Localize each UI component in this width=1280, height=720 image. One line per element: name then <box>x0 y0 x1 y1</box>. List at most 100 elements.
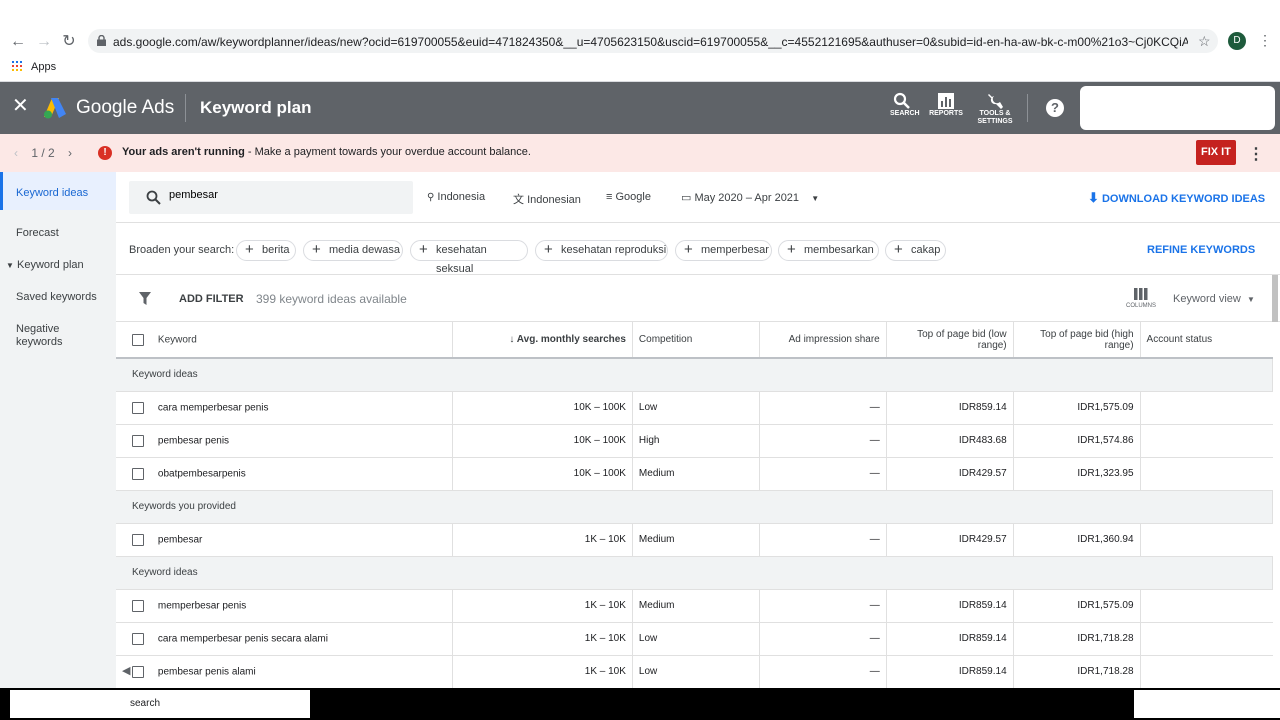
keyword-cell: pembesar penis <box>116 424 454 458</box>
translate-icon: 文 <box>513 194 524 206</box>
row-checkbox[interactable] <box>132 665 144 678</box>
network-filter[interactable]: ≡ Google <box>606 191 651 203</box>
apps-bookmark[interactable]: Apps <box>31 61 56 73</box>
broaden-chip[interactable]: media dewasa <box>303 240 403 261</box>
tools-settings-button[interactable]: TOOLS & SETTINGS <box>976 92 1014 126</box>
columns-button[interactable]: COLUMNS <box>1126 288 1156 309</box>
language-filter[interactable]: 文 Indonesian <box>513 191 581 207</box>
account-status-header[interactable]: Account status <box>1140 322 1273 359</box>
bid-low-cell: IDR429.57 <box>886 523 1014 557</box>
refine-keywords-button[interactable]: REFINE KEYWORDS <box>1147 244 1255 256</box>
top-bid-high-header[interactable]: Top of page bid (high range) <box>1013 322 1141 359</box>
sidebar-item-forecast[interactable]: Forecast <box>16 227 59 240</box>
search-row: ⚲ Indonesia 文 Indonesian ≡ Google ▭ May … <box>116 172 1280 223</box>
search-tool-button[interactable]: SEARCH <box>890 92 920 118</box>
table-row[interactable]: cara memperbesar penis secara alami 1K –… <box>116 622 1273 656</box>
tools-settings-label: TOOLS & SETTINGS <box>977 110 1013 125</box>
table-row[interactable]: pembesar penis 10K – 100K High — IDR483.… <box>116 424 1273 458</box>
bid-high-cell: IDR1,575.09 <box>1013 589 1141 623</box>
broaden-chip[interactable]: cakap <box>885 240 946 261</box>
forward-icon[interactable]: → <box>34 32 54 52</box>
competition-header[interactable]: Competition <box>632 322 760 359</box>
alert-message: Your ads aren't running - Make a payment… <box>122 146 531 158</box>
header-divider-right <box>1027 94 1028 122</box>
keyword-column-header[interactable]: Keyword <box>116 322 454 359</box>
table-row[interactable]: memperbesar penis 1K – 10K Medium — IDR8… <box>116 589 1273 623</box>
date-range-filter[interactable]: ▭ May 2020 – Apr 2021 ▼ <box>681 191 819 204</box>
sidebar-item-negative-keywords[interactable]: Negative keywords <box>16 323 86 349</box>
keyword-view-dropdown[interactable]: Keyword view ▼ <box>1173 293 1255 305</box>
keyword-search-input[interactable] <box>169 189 389 201</box>
row-checkbox[interactable] <box>132 467 144 480</box>
search-icon <box>146 190 161 205</box>
broaden-chip[interactable]: kesehatan seksual <box>410 240 528 275</box>
taskbar-search-text[interactable]: search <box>130 698 160 709</box>
scroll-left-icon[interactable]: ◀ <box>122 664 130 677</box>
alert-more-icon[interactable]: ⋮ <box>1248 144 1264 164</box>
url-text[interactable]: ads.google.com/aw/keywordplanner/ideas/n… <box>113 35 1188 49</box>
fix-it-button[interactable]: FIX IT <box>1196 140 1236 165</box>
keyword-search-box[interactable] <box>129 181 413 214</box>
close-icon[interactable]: ✕ <box>12 96 29 116</box>
location-filter[interactable]: ⚲ Indonesia <box>427 191 485 203</box>
account-info-redacted[interactable] <box>1080 86 1275 130</box>
sidebar: Keyword ideas Forecast ▼ Keyword plan Sa… <box>0 172 116 688</box>
back-icon[interactable]: ← <box>8 32 28 52</box>
row-checkbox[interactable] <box>132 599 144 612</box>
reports-tool-button[interactable]: REPORTS <box>929 92 963 118</box>
sidebar-item-keyword-ideas[interactable]: Keyword ideas <box>0 172 116 210</box>
reload-icon[interactable]: ↻ <box>59 32 79 52</box>
reports-tool-label: REPORTS <box>929 110 963 117</box>
search-tool-label: SEARCH <box>890 110 920 117</box>
broaden-chip[interactable]: berita <box>236 240 296 261</box>
filter-icon[interactable] <box>139 292 151 305</box>
avg-searches-cell: 10K – 100K <box>452 424 633 458</box>
broaden-chip[interactable]: kesehatan reproduksi <box>535 240 668 261</box>
broaden-chip[interactable]: memperbesar <box>675 240 772 261</box>
keyword-text: pembesar <box>157 534 203 546</box>
table-row[interactable]: obatpembesarpenis 10K – 100K Medium — ID… <box>116 457 1273 491</box>
broaden-label: Broaden your search: <box>129 244 235 256</box>
table-row[interactable]: pembesar 1K – 10K Medium — IDR429.57 IDR… <box>116 523 1273 557</box>
select-all-checkbox[interactable] <box>132 333 144 346</box>
ad-impression-share-header[interactable]: Ad impression share <box>759 322 887 359</box>
row-checkbox[interactable] <box>132 533 144 546</box>
keyword-ideas-count: 399 keyword ideas available <box>256 292 407 306</box>
sidebar-item-saved-keywords[interactable]: Saved keywords <box>16 291 97 304</box>
keyword-text: cara memperbesar penis <box>157 402 269 414</box>
help-icon[interactable]: ? <box>1046 99 1064 117</box>
download-keyword-ideas-button[interactable]: ⬇ DOWNLOAD KEYWORD IDEAS <box>1088 190 1265 206</box>
next-notification-icon[interactable]: › <box>68 146 72 160</box>
bid-low-cell: IDR859.14 <box>886 589 1014 623</box>
keyword-cell: pembesar <box>116 523 454 557</box>
sidebar-item-keyword-plan[interactable]: ▼ Keyword plan <box>6 259 84 272</box>
keyword-cell: cara memperbesar penis secara alami <box>116 622 454 656</box>
reports-icon <box>938 93 954 109</box>
prev-notification-icon[interactable]: ‹ <box>14 146 18 160</box>
notification-bar: ‹ 1 / 2 › ! Your ads aren't running - Ma… <box>0 134 1280 172</box>
avg-monthly-searches-header[interactable]: ↓ Avg. monthly searches <box>452 322 633 359</box>
table-row[interactable]: cara memperbesar penis 10K – 100K Low — … <box>116 391 1273 425</box>
avg-searches-cell: 1K – 10K <box>452 523 633 557</box>
competition-cell: Medium <box>632 523 760 557</box>
row-checkbox[interactable] <box>132 401 144 414</box>
row-checkbox[interactable] <box>132 632 144 645</box>
broaden-chip[interactable]: membesarkan <box>778 240 879 261</box>
ads-header: ✕ Google Ads Keyword plan SEARCH REPORTS… <box>0 82 1280 134</box>
keyword-cell: obatpembesarpenis <box>116 457 454 491</box>
add-filter-button[interactable]: ADD FILTER <box>179 293 244 305</box>
chrome-menu-icon[interactable]: ⋮ <box>1258 32 1272 49</box>
page-scrollbar[interactable] <box>1272 275 1278 322</box>
top-bid-low-header[interactable]: Top of page bid (low range) <box>886 322 1014 359</box>
row-checkbox[interactable] <box>132 434 144 447</box>
table-row[interactable]: pembesar penis alami 1K – 10K Low — IDR8… <box>116 655 1273 689</box>
apps-grid-icon[interactable] <box>12 61 22 71</box>
redaction-block <box>1134 690 1280 718</box>
bid-high-cell: IDR1,718.28 <box>1013 622 1141 656</box>
bookmark-star-icon[interactable]: ☆ <box>1198 33 1211 50</box>
error-icon: ! <box>98 146 112 160</box>
date-range-value: May 2020 – Apr 2021 <box>694 192 800 204</box>
profile-avatar[interactable]: D <box>1228 32 1246 50</box>
download-icon: ⬇ <box>1088 190 1099 205</box>
account-status-cell <box>1140 457 1273 491</box>
